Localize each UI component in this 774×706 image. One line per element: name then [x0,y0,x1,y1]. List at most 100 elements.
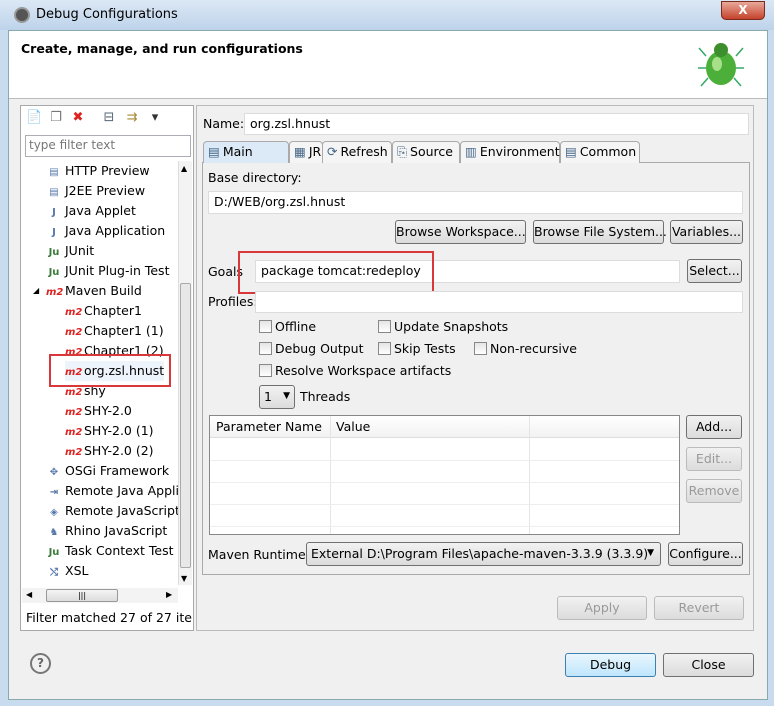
table-row [210,460,679,461]
tab-environment[interactable]: ▥ Environment [460,141,560,163]
highlight-box-selected-config [49,354,171,387]
dropdown-icon[interactable]: ▾ [147,110,163,126]
tab-label: Source [410,144,453,159]
delete-icon[interactable]: ✖ [70,110,86,126]
offline-label: Offline [275,319,317,334]
browse-file-system-button[interactable]: Browse File System... [533,220,667,244]
config-type-icon: m2 [65,407,83,418]
tree-item[interactable]: m2 SHY-2.0 [65,401,132,421]
configure-button[interactable]: Configure... [668,542,743,566]
tree-item[interactable]: J Java Applet [46,201,136,221]
config-type-icon: m2 [46,287,64,298]
expand-arrow-icon[interactable]: ◢ [33,281,39,301]
tab-label: Refresh [340,144,388,159]
config-type-icon: J [52,227,56,238]
tab-source[interactable]: ⎘ Source [392,141,460,163]
tree-item[interactable]: Ju JUnit [46,241,95,261]
duplicate-icon[interactable]: ❐ [48,110,64,126]
table-row [210,504,679,505]
threads-label: Threads [300,389,351,404]
tab-common[interactable]: ▤ Common [560,141,640,163]
tree-item[interactable]: m2 Chapter1 [65,301,142,321]
tree-item[interactable]: ⇥ Remote Java Appli [46,481,179,501]
close-window-button[interactable]: X [721,1,765,20]
tree-scroll-thumb[interactable] [180,283,191,568]
refresh-tab-icon: ⟳ [327,144,338,159]
tab-label: Environment [479,144,560,159]
tree-item[interactable]: m2 Chapter1 (1) [65,321,164,341]
tree-item[interactable]: ◢ m2 Maven Build [33,281,142,301]
tree-item[interactable]: ◈ Remote JavaScript [46,501,180,521]
scroll-down-icon[interactable]: ▼ [181,574,187,583]
resolve-workspace-label: Resolve Workspace artifacts [275,363,452,378]
revert-button[interactable]: Revert [654,596,744,620]
name-input[interactable]: org.zsl.hnust [244,113,749,135]
filter-icon[interactable]: ⇉ [124,110,140,126]
skip-tests-checkbox[interactable] [378,342,391,355]
help-icon[interactable]: ? [30,653,51,674]
chevron-down-icon: ▼ [283,391,290,401]
config-type-icon: ⤭ [50,567,58,578]
resolve-workspace-checkbox[interactable] [259,364,272,377]
collapse-all-icon[interactable]: ⊟ [101,110,117,126]
table-row [210,526,679,527]
base-directory-input[interactable]: D:/WEB/org.zsl.hnust [208,191,743,214]
close-button[interactable]: Close [663,653,754,677]
tab-jre[interactable]: ▦ JRE [289,141,329,163]
tab-refresh[interactable]: ⟳ Refresh [322,141,392,163]
threads-select[interactable]: 1 ▼ [259,385,295,409]
highlight-box-goals [238,251,434,294]
variables-button[interactable]: Variables... [670,220,743,244]
scroll-up-icon[interactable]: ▲ [181,164,187,173]
maven-runtime-label: Maven Runtime: [208,547,310,562]
tree-item[interactable]: Ju Task Context Test [46,541,174,561]
config-type-icon: Ju [48,267,60,278]
tab-label: Main [222,144,253,159]
eclipse-icon [14,7,30,23]
column-parameter-name[interactable]: Parameter Name [210,416,322,438]
browse-workspace-button[interactable]: Browse Workspace... [395,220,526,244]
update-snapshots-label: Update Snapshots [394,319,509,334]
filter-input[interactable]: type filter text [25,135,191,157]
column-divider [529,416,530,534]
tree-item[interactable]: m2 SHY-2.0 (1) [65,421,154,441]
chevron-down-icon: ▼ [647,548,654,558]
tree-item-label: Remote JavaScript [65,503,180,518]
profiles-label: Profiles: [208,294,258,309]
jre-tab-icon: ▦ [294,144,306,159]
tree-item[interactable]: Ju JUnit Plug-in Test [46,261,170,281]
update-snapshots-checkbox[interactable] [378,320,391,333]
remove-parameter-button[interactable]: Remove [686,479,742,503]
tree-item[interactable]: ▤ J2EE Preview [46,181,145,201]
tree-item-label: SHY-2.0 (2) [84,443,154,458]
tree-item-label: Task Context Test [65,543,174,558]
column-value[interactable]: Value [330,416,370,438]
edit-parameter-button[interactable]: Edit... [686,447,742,471]
select-goals-button[interactable]: Select... [687,259,742,283]
new-config-icon[interactable]: 📄 [26,110,42,126]
tab-main[interactable]: ▤ Main [203,141,289,163]
tree-item-label: Rhino JavaScript [65,523,168,538]
debug-button[interactable]: Debug [565,653,656,677]
tree-item[interactable]: J Java Application [46,221,165,241]
tree-item-label: Remote Java Appli [65,483,179,498]
profiles-input[interactable] [255,291,743,313]
debug-output-checkbox[interactable] [259,342,272,355]
tree-item[interactable]: m2 SHY-2.0 (2) [65,441,154,461]
non-recursive-checkbox[interactable] [474,342,487,355]
scroll-right-icon[interactable]: ▶ [166,590,172,599]
non-recursive-label: Non-recursive [490,341,577,356]
tree-item[interactable]: ✥ OSGi Framework [46,461,169,481]
tree-item[interactable]: ♞ Rhino JavaScript [46,521,168,541]
debug-output-label: Debug Output [275,341,364,356]
scroll-left-icon[interactable]: ◀ [26,590,32,599]
base-directory-label: Base directory: [208,170,302,185]
offline-checkbox[interactable] [259,320,272,333]
maven-runtime-select[interactable]: External D:\Program Files\apache-maven-3… [306,542,661,566]
apply-button[interactable]: Apply [557,596,647,620]
tree-item[interactable]: ▤ HTTP Preview [46,161,149,181]
tree-hscroll-thumb[interactable]: ||| [46,589,118,602]
tree-item-label: Maven Build [65,283,142,298]
tree-item[interactable]: ⤭ XSL [46,561,88,581]
add-parameter-button[interactable]: Add... [686,415,742,439]
